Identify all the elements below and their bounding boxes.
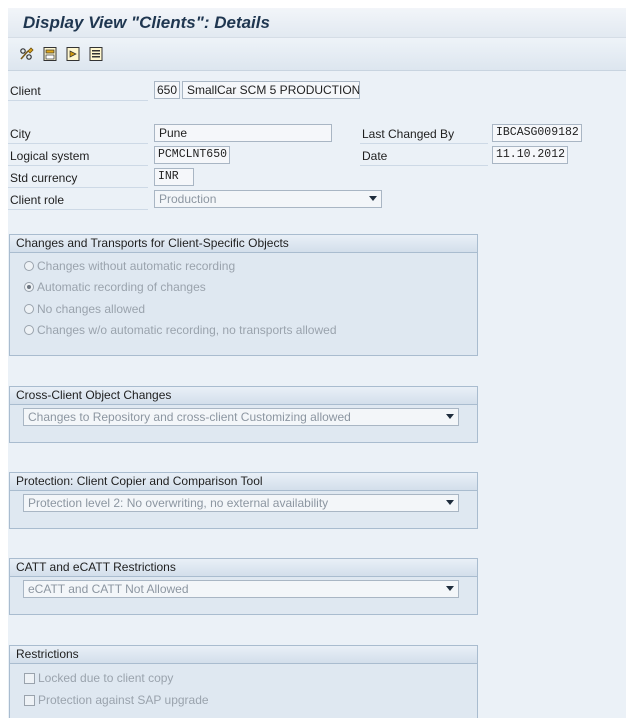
radio-button-icon[interactable] bbox=[24, 304, 34, 314]
city-label: City bbox=[10, 127, 31, 141]
protection-value: Protection level 2: No overwriting, no e… bbox=[28, 496, 329, 510]
client-label: Client bbox=[10, 84, 41, 98]
glasses-change-display-icon[interactable] bbox=[18, 45, 36, 63]
client-name-field[interactable]: SmallCar SCM 5 PRODUCTION bbox=[182, 81, 360, 99]
option-label: No changes allowed bbox=[37, 302, 146, 316]
divider bbox=[8, 100, 148, 101]
divider bbox=[8, 165, 148, 166]
radio-changes-without-recording[interactable]: Changes without automatic recording bbox=[24, 259, 235, 273]
client-role-value: Production bbox=[159, 192, 217, 206]
changes-transports-group: Changes and Transports for Client-Specif… bbox=[9, 234, 478, 356]
radio-button-selected-icon[interactable] bbox=[24, 282, 34, 292]
dropdown-arrow-icon[interactable] bbox=[446, 414, 454, 419]
option-label: Protection against SAP upgrade bbox=[38, 693, 209, 707]
client-role-label: Client role bbox=[10, 193, 65, 207]
divider bbox=[360, 165, 488, 166]
title-bar: Display View "Clients": Details bbox=[8, 8, 626, 38]
protection-group: Protection: Client Copier and Comparison… bbox=[9, 472, 478, 529]
catt-dropdown[interactable]: eCATT and CATT Not Allowed bbox=[23, 580, 459, 598]
restrictions-group: Restrictions Locked due to client copy P… bbox=[9, 645, 478, 718]
cross-client-value: Changes to Repository and cross-client C… bbox=[28, 410, 351, 424]
client-code-field[interactable]: 650 bbox=[154, 81, 180, 99]
option-label: Changes w/o automatic recording, no tran… bbox=[37, 323, 337, 337]
date-field[interactable]: 11.10.2012 bbox=[492, 146, 568, 164]
cross-client-changes-group: Cross-Client Object Changes Changes to R… bbox=[9, 386, 478, 443]
dropdown-arrow-icon[interactable] bbox=[446, 500, 454, 505]
option-label: Changes without automatic recording bbox=[37, 259, 236, 273]
date-label: Date bbox=[362, 149, 388, 163]
radio-no-changes-allowed[interactable]: No changes allowed bbox=[24, 302, 145, 316]
client-role-dropdown[interactable]: Production bbox=[154, 190, 382, 208]
logical-system-field[interactable]: PCMCLNT650 bbox=[154, 146, 230, 164]
group-title: Protection: Client Copier and Comparison… bbox=[10, 473, 477, 491]
dropdown-arrow-icon[interactable] bbox=[446, 586, 454, 591]
details-screen: Client 650 SmallCar SCM 5 PRODUCTION Cit… bbox=[8, 71, 626, 718]
radio-button-icon[interactable] bbox=[24, 261, 34, 271]
group-title: Cross-Client Object Changes bbox=[10, 387, 477, 405]
next-entry-icon[interactable] bbox=[64, 45, 82, 63]
divider bbox=[8, 143, 148, 144]
option-label: Automatic recording of changes bbox=[37, 280, 206, 294]
application-toolbar bbox=[8, 38, 626, 71]
other-entry-icon[interactable] bbox=[87, 45, 105, 63]
save-entry-icon[interactable] bbox=[41, 45, 59, 63]
city-field[interactable]: Pune bbox=[154, 124, 332, 142]
std-currency-field[interactable]: INR bbox=[154, 168, 194, 186]
radio-button-icon[interactable] bbox=[24, 325, 34, 335]
last-changed-by-label: Last Changed By bbox=[362, 127, 455, 141]
catt-value: eCATT and CATT Not Allowed bbox=[28, 582, 189, 596]
checkbox-locked-client-copy[interactable]: Locked due to client copy bbox=[24, 671, 173, 685]
dropdown-arrow-icon[interactable] bbox=[369, 196, 377, 201]
radio-automatic-recording[interactable]: Automatic recording of changes bbox=[24, 280, 206, 294]
checkbox-icon[interactable] bbox=[24, 672, 35, 684]
checkbox-protection-upgrade[interactable]: Protection against SAP upgrade bbox=[24, 693, 209, 707]
protection-dropdown[interactable]: Protection level 2: No overwriting, no e… bbox=[23, 494, 459, 512]
checkbox-icon[interactable] bbox=[24, 694, 35, 706]
logical-system-label: Logical system bbox=[10, 149, 90, 163]
radio-changes-no-transports[interactable]: Changes w/o automatic recording, no tran… bbox=[24, 323, 337, 337]
option-label: Locked due to client copy bbox=[38, 671, 174, 685]
page-title: Display View "Clients": Details bbox=[23, 13, 270, 32]
catt-restrictions-group: CATT and eCATT Restrictions eCATT and CA… bbox=[9, 558, 478, 615]
last-changed-by-field[interactable]: IBCASG009182 bbox=[492, 124, 582, 142]
group-title: CATT and eCATT Restrictions bbox=[10, 559, 477, 577]
divider bbox=[8, 209, 148, 210]
divider bbox=[360, 143, 488, 144]
divider bbox=[8, 187, 148, 188]
cross-client-dropdown[interactable]: Changes to Repository and cross-client C… bbox=[23, 408, 459, 426]
std-currency-label: Std currency bbox=[10, 171, 78, 185]
group-title: Restrictions bbox=[10, 646, 477, 664]
group-title: Changes and Transports for Client-Specif… bbox=[10, 235, 477, 253]
